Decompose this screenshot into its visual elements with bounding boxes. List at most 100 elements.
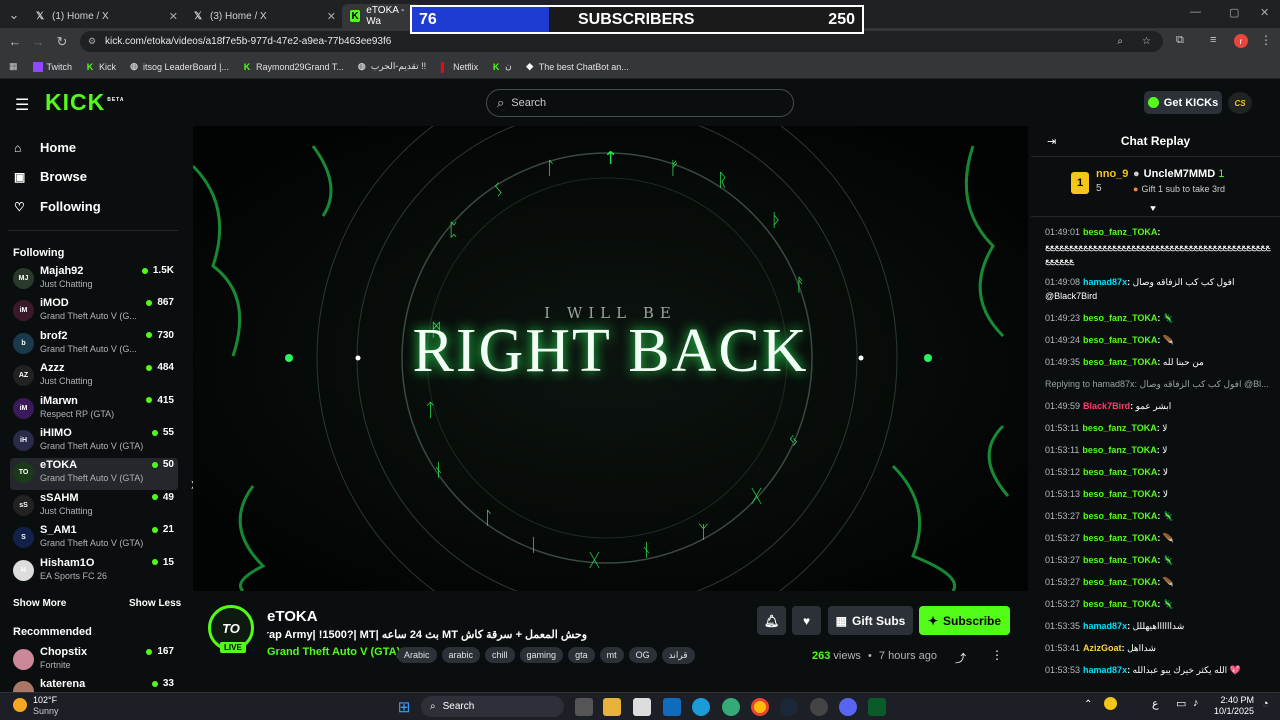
obs-icon[interactable]	[810, 698, 828, 716]
message-username[interactable]: beso_fanz_TOKA	[1083, 511, 1157, 521]
weather-temp[interactable]: 102°F	[33, 695, 57, 705]
message-username[interactable]: beso_fanz_TOKA	[1083, 577, 1157, 587]
browser-tab-2[interactable]: 𝕏 (3) Home / X ✕	[184, 4, 342, 28]
file-explorer-icon[interactable]	[603, 698, 621, 716]
menu-kebab-icon[interactable]: ⋮	[1260, 33, 1272, 47]
get-kicks-button[interactable]: Get KICKs	[1144, 91, 1222, 114]
message-username[interactable]: beso_fanz_TOKA	[1083, 357, 1157, 367]
bookmark-leaderboard[interactable]: ◍ itsog LeaderBoard |...	[129, 61, 229, 72]
browser-icon[interactable]	[722, 698, 740, 716]
show-more-button[interactable]: Show More	[13, 598, 66, 609]
more-options-icon[interactable]: ⋮	[991, 648, 1003, 662]
terminal-icon[interactable]	[868, 698, 886, 716]
message-username[interactable]: beso_fanz_TOKA	[1083, 533, 1157, 543]
tag[interactable]: arabic	[441, 647, 481, 663]
sidebar-channel[interactable]: TO eTOKA Grand Theft Auto V (GTA) 50	[10, 458, 178, 491]
weather-sun-icon[interactable]	[13, 698, 27, 712]
zoom-icon[interactable]: ⌕	[1117, 36, 1123, 47]
message-username[interactable]: AzizGoat	[1083, 643, 1122, 653]
chrome-icon[interactable]	[751, 698, 769, 716]
search-input[interactable]: ⌕ Search	[486, 89, 794, 117]
tray-app-icon[interactable]	[1104, 697, 1117, 710]
follow-heart-button[interactable]: ♥	[792, 606, 821, 635]
subscribe-button[interactable]: ✦ Subscribe	[919, 606, 1010, 635]
share-icon[interactable]: ⤴	[955, 650, 966, 666]
language-indicator[interactable]: ع	[1152, 697, 1159, 710]
tag[interactable]: mt	[599, 647, 624, 663]
notification-bell-button[interactable]: 🔔︎	[757, 606, 786, 635]
sidebar-channel[interactable]: iH iHIMO Grand Theft Auto V (GTA) 55	[10, 426, 178, 458]
tag[interactable]: OG	[628, 647, 657, 663]
message-username[interactable]: beso_fanz_TOKA	[1083, 555, 1157, 565]
apps-grid-icon[interactable]: ▦	[9, 61, 18, 72]
reading-list-icon[interactable]: ≡	[1210, 34, 1216, 46]
edge-icon[interactable]	[692, 698, 710, 716]
reload-icon[interactable]: ↻	[50, 34, 74, 50]
kick-logo[interactable]: KICK BETA	[45, 89, 124, 116]
site-info-icon[interactable]: ⚙	[88, 36, 96, 47]
message-username[interactable]: hamad87x	[1083, 665, 1127, 675]
tag[interactable]: gaming	[519, 647, 564, 663]
sidebar-channel[interactable]: b brof2 Grand Theft Auto V (G... 730	[10, 329, 178, 361]
url-bar[interactable]: ⚙ kick.com/etoka/videos/a18f7e5b-977d-47…	[80, 31, 1163, 52]
message-username[interactable]: beso_fanz_TOKA	[1082, 445, 1156, 455]
message-username[interactable]: Black7Bird	[1083, 401, 1130, 411]
tag[interactable]: gta	[568, 647, 595, 663]
bookmark-chatbot[interactable]: ◆ The best ChatBot an...	[525, 61, 629, 72]
sidebar-channel[interactable]: MJ Majah92 Just Chatting 1.5K	[10, 264, 178, 296]
bookmark-war[interactable]: ◍ تقديم-الحرب !!	[357, 61, 426, 72]
sidebar-channel[interactable]: sS sSAHM Just Chatting 49	[10, 491, 178, 523]
sidebar-channel[interactable]: AZ Azzz Just Chatting 484	[10, 361, 178, 393]
forward-icon[interactable]: →	[26, 34, 50, 49]
recommended-channel[interactable]: Chopstix Fortnite 167	[10, 645, 178, 677]
store-icon[interactable]	[633, 698, 651, 716]
message-username[interactable]: beso_fanz_TOKA	[1082, 423, 1156, 433]
video-player[interactable]: ↑ ᚠ ᚱ ᚦᚨᛃ ᚷᛉᚾ ᚷᛁᛚ ᚾᛏᛗ ᛈᛊᛚ I WILL BE RIGHT …	[193, 126, 1028, 591]
bookmark-netflix[interactable]: ▌ Netflix	[439, 62, 478, 72]
windows-start-icon[interactable]: ⊞	[395, 698, 413, 716]
top-gifter-name[interactable]: nno_9	[1096, 168, 1128, 180]
user-avatar[interactable]: CS	[1228, 92, 1252, 114]
tab-search-icon[interactable]: ⌄	[2, 7, 26, 23]
steam-icon[interactable]	[780, 698, 798, 716]
bookmark-kick-2[interactable]: Kن	[491, 61, 512, 72]
message-username[interactable]: beso_fanz_TOKA	[1083, 313, 1157, 323]
discord-icon[interactable]	[839, 698, 857, 716]
bookmark-twitch[interactable]: Twitch	[32, 61, 72, 72]
back-icon[interactable]: ←	[3, 34, 27, 49]
taskbar-search[interactable]: ⌕ Search	[421, 696, 564, 717]
browser-tab-1[interactable]: 𝕏 (1) Home / X ✕	[26, 4, 184, 28]
sidebar-channel[interactable]: iM iMOD Grand Theft Auto V (G... 867	[10, 296, 178, 328]
close-window-icon[interactable]: ✕	[1260, 6, 1269, 19]
bookmark-raymond[interactable]: K Raymond29Grand T...	[242, 62, 344, 72]
maximize-icon[interactable]: ▢	[1229, 6, 1239, 19]
hamburger-menu-icon[interactable]: ☰	[15, 95, 29, 115]
second-gifter[interactable]: ● UncleM7MMD 1	[1133, 168, 1224, 180]
channel-name[interactable]: eTOKA	[267, 608, 318, 625]
tag[interactable]: قراند	[661, 647, 695, 664]
message-username[interactable]: beso_fanz_TOKA	[1083, 227, 1157, 237]
message-username[interactable]: beso_fanz_TOKA	[1083, 467, 1157, 477]
message-username[interactable]: hamad87x	[1083, 277, 1127, 287]
nav-browse[interactable]: ▣ Browse	[14, 169, 87, 184]
sidebar-channel[interactable]: iM iMarwn Respect RP (GTA) 415	[10, 394, 178, 426]
close-icon[interactable]: ✕	[169, 10, 178, 23]
clock-time[interactable]: 2:40 PM	[1209, 695, 1254, 705]
minimize-icon[interactable]: —	[1190, 6, 1201, 18]
sidebar-channel[interactable]: S S_AM1 Grand Theft Auto V (GTA) 21	[10, 523, 178, 555]
message-username[interactable]: beso_fanz_TOKA	[1083, 335, 1157, 345]
tag[interactable]: Arabic	[397, 647, 437, 663]
extensions-icon[interactable]: ⧉	[1176, 34, 1184, 47]
profile-avatar[interactable]: r	[1234, 34, 1248, 48]
bookmark-star-icon[interactable]: ☆	[1142, 36, 1151, 47]
tray-chevron-icon[interactable]: ⌃	[1084, 699, 1092, 710]
task-view-icon[interactable]	[575, 698, 593, 716]
message-username[interactable]: beso_fanz_TOKA	[1083, 489, 1157, 499]
close-icon[interactable]: ✕	[327, 10, 336, 23]
message-username[interactable]: beso_fanz_TOKA	[1083, 599, 1157, 609]
clock-date[interactable]: 10/1/2025	[1205, 706, 1254, 716]
outlook-icon[interactable]	[663, 698, 681, 716]
volume-icon[interactable]: ♪	[1193, 697, 1199, 709]
game-category-link[interactable]: Grand Theft Auto V (GTA)	[267, 646, 400, 658]
nav-following[interactable]: ♡ Following	[14, 199, 101, 214]
